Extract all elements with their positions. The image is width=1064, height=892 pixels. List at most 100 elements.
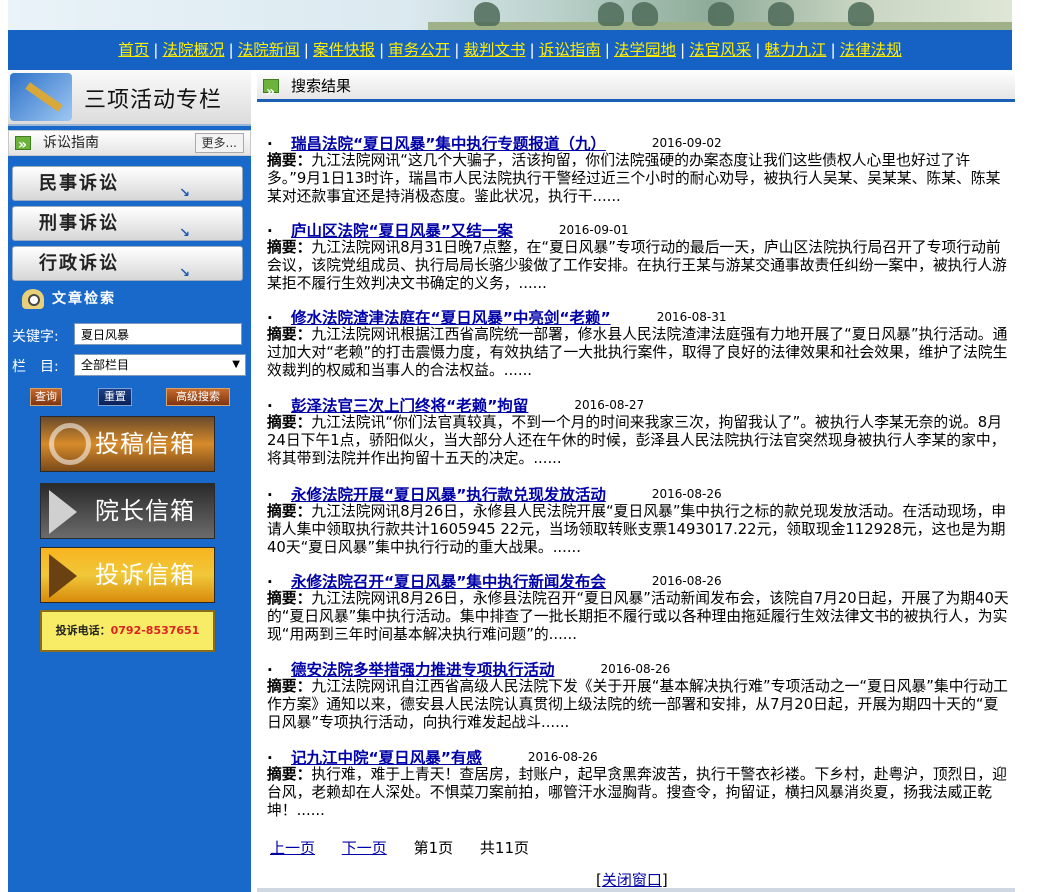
phone-label: 投诉电话： (55, 624, 111, 637)
result-title-link[interactable]: 记九江中院“夏日风暴”有感 (291, 749, 482, 767)
result-title-link[interactable]: 修水法院渣津法庭在“夏日风暴”中亮剑“老赖” (291, 309, 611, 327)
pen-icon (10, 73, 72, 121)
result-title-link[interactable]: 彭泽法官三次上门终将“老赖”拘留 (291, 397, 528, 415)
top-navigation: 首页 | 法院概况 | 法院新闻 | 案件快报 | 审务公开 | 裁判文书 | 诉讼指南 | 法学园地 | 法官… (8, 30, 1012, 70)
president-mailbox-button[interactable]: 院长信箱 (40, 483, 215, 539)
arrow-link-icon: ↘ (179, 266, 192, 281)
list-item: · 记九江中院“夏日风暴”有感 2016-08-26 摘要：执行难，难于上青天！查居… (267, 746, 1009, 821)
result-title-link[interactable]: 庐山区法院“夏日风暴”又结一案 (291, 222, 513, 240)
result-summary: 摘要：九江法院讯“你们法官真较真，不到一个月的时间来我家三次，拘留我认了”。被执… (267, 414, 1006, 468)
close-window: [关闭窗口] (596, 869, 668, 890)
result-header: 搜索结果 (257, 70, 1015, 108)
summary-label: 摘要： (267, 414, 312, 431)
summary-label: 摘要： (267, 326, 312, 343)
nav-court-news[interactable]: 法院新闻 (238, 41, 300, 59)
play-arrow-icon (49, 490, 77, 534)
crane-silhouette (598, 2, 624, 26)
close-window-link[interactable]: 关闭窗口 (602, 871, 662, 889)
bullet: · (267, 309, 273, 327)
summary-label: 摘要： (267, 503, 312, 520)
column-label: 栏 目: (12, 359, 59, 375)
result-summary: 摘要：九江法院网讯8月26日，永修县人民法院开展“夏日风暴”集中执行之标的款兑现… (267, 503, 1007, 557)
guide-item-label: 行政诉讼 (39, 253, 119, 274)
nav-court-overview[interactable]: 法院概况 (162, 41, 224, 59)
bullet: · (267, 222, 273, 240)
result-title-link[interactable]: 永修法院召开“夏日风暴”集中执行新闻发布会 (291, 573, 606, 591)
bullet: · (267, 661, 273, 679)
summary-label: 摘要： (267, 766, 312, 783)
nav-home[interactable]: 首页 (118, 41, 149, 59)
bullet: · (267, 135, 273, 153)
result-summary: 摘要：九江法院网讯自江西省高级人民法院下发《关于开展“基本解决执行难”专项活动之… (267, 678, 1008, 732)
guide-item-civil[interactable]: 民事诉讼 ↘ (12, 166, 243, 201)
reset-button[interactable]: 重置 (98, 388, 132, 406)
main-content: 搜索结果 · 瑞昌法院“夏日风暴”集中执行专题报道（九） 2016-09-02 摘要… (257, 70, 1015, 819)
result-summary: 摘要：九江法院网讯“这几个大骗子，活该拘留，你们法院强硬的办案态度让我们这些债权… (267, 152, 1001, 206)
result-title-link[interactable]: 德安法院多举措强力推进专项执行活动 (291, 661, 555, 679)
summary-label: 摘要： (267, 678, 312, 695)
crane-silhouette (474, 2, 500, 26)
guide-title: 诉讼指南 (43, 135, 99, 151)
guide-item-label: 刑事诉讼 (39, 213, 119, 234)
pagination: 上一页 下一页 第1页 共11页 (270, 837, 551, 858)
list-item: · 瑞昌法院“夏日风暴”集中执行专题报道（九） 2016-09-02 摘要：九江法院… (267, 132, 1009, 207)
list-item: · 永修法院召开“夏日风暴”集中执行新闻发布会 2016-08-26 摘要：九江法院… (267, 570, 1009, 645)
mailbox-emblem-icon (49, 423, 91, 465)
phone-number: 0792-8537651 (110, 624, 200, 637)
summary-label: 摘要： (267, 239, 312, 256)
result-date: 2016-08-26 (600, 662, 671, 676)
result-date: 2016-08-26 (651, 487, 722, 501)
arrow-icon (15, 133, 31, 157)
query-button[interactable]: 查询 (30, 388, 62, 406)
bullet: · (267, 486, 273, 504)
more-button[interactable]: 更多... (194, 133, 244, 153)
submission-mailbox-button[interactable]: 投稿信箱 (40, 416, 215, 472)
header-banner (8, 0, 1012, 30)
result-title-link[interactable]: 瑞昌法院“夏日风暴”集中执行专题报道（九） (291, 135, 606, 153)
guide-item-criminal[interactable]: 刑事诉讼 ↘ (12, 206, 243, 241)
crane-silhouette (848, 2, 874, 26)
result-title-link[interactable]: 永修法院开展“夏日风暴”执行款兑现发放活动 (291, 486, 606, 504)
list-item: · 修水法院渣津法庭在“夏日风暴”中亮剑“老赖” 2016-08-31 摘要：九江法… (267, 306, 1009, 381)
result-date: 2016-09-01 (558, 223, 629, 237)
next-page-link[interactable]: 下一页 (342, 839, 387, 857)
keyword-label: 关键字: (12, 329, 59, 345)
list-item: · 德安法院多举措强力推进专项执行活动 2016-08-26 摘要：九江法院网讯自江… (267, 658, 1009, 733)
column-select-value: 全部栏目 (81, 358, 130, 372)
bracket-right: ] (661, 871, 668, 889)
complaint-mailbox-button[interactable]: 投诉信箱 (40, 547, 215, 603)
result-date: 2016-08-27 (574, 398, 645, 412)
crane-silhouette (632, 2, 658, 26)
bullet: · (267, 573, 273, 591)
column-title-banner: 三项活动专栏 (8, 70, 251, 126)
advanced-search-button[interactable]: 高级搜索 (166, 388, 230, 406)
guide-item-label: 民事诉讼 (39, 173, 119, 194)
list-item: · 庐山区法院“夏日风暴”又结一案 2016-09-01 摘要：九江法院网讯8月31… (267, 219, 1009, 294)
nav-judges[interactable]: 法官风采 (689, 41, 751, 59)
mailbox-label: 投诉信箱 (95, 561, 195, 589)
nav-judgments[interactable]: 裁判文书 (463, 41, 525, 59)
prev-page-link[interactable]: 上一页 (270, 839, 315, 857)
arrow-icon (263, 76, 279, 108)
result-date: 2016-09-02 (651, 136, 722, 150)
current-page: 第1页 (413, 839, 454, 857)
nav-jiujiang[interactable]: 魅力九江 (764, 41, 826, 59)
result-date: 2016-08-26 (527, 750, 598, 764)
keyword-input[interactable] (74, 323, 242, 345)
nav-laws[interactable]: 法律法规 (840, 41, 902, 59)
nav-trial-disclosure[interactable]: 审务公开 (388, 41, 450, 59)
result-date: 2016-08-26 (651, 574, 722, 588)
nav-litigation-guide[interactable]: 诉讼指南 (539, 41, 601, 59)
total-pages: 共11页 (479, 839, 530, 857)
result-summary: 摘要：执行难，难于上青天！查居房，封账户，起早贪黑奔波苦，执行干警衣衫褛。下乡村… (267, 766, 1007, 820)
mailbox-label: 院长信箱 (95, 497, 195, 525)
summary-label: 摘要： (267, 590, 312, 607)
nav-law-garden[interactable]: 法学园地 (614, 41, 676, 59)
crane-silhouette (708, 2, 734, 26)
guide-item-administrative[interactable]: 行政诉讼 ↘ (12, 246, 243, 281)
nav-case-bulletin[interactable]: 案件快报 (313, 41, 375, 59)
list-item: · 彭泽法官三次上门终将“老赖”拘留 2016-08-27 摘要：九江法院讯“你们法… (267, 394, 1009, 469)
column-select[interactable]: 全部栏目 ▼ (74, 354, 246, 376)
bullet: · (267, 749, 273, 767)
column-title: 三项活动专栏 (84, 88, 223, 113)
